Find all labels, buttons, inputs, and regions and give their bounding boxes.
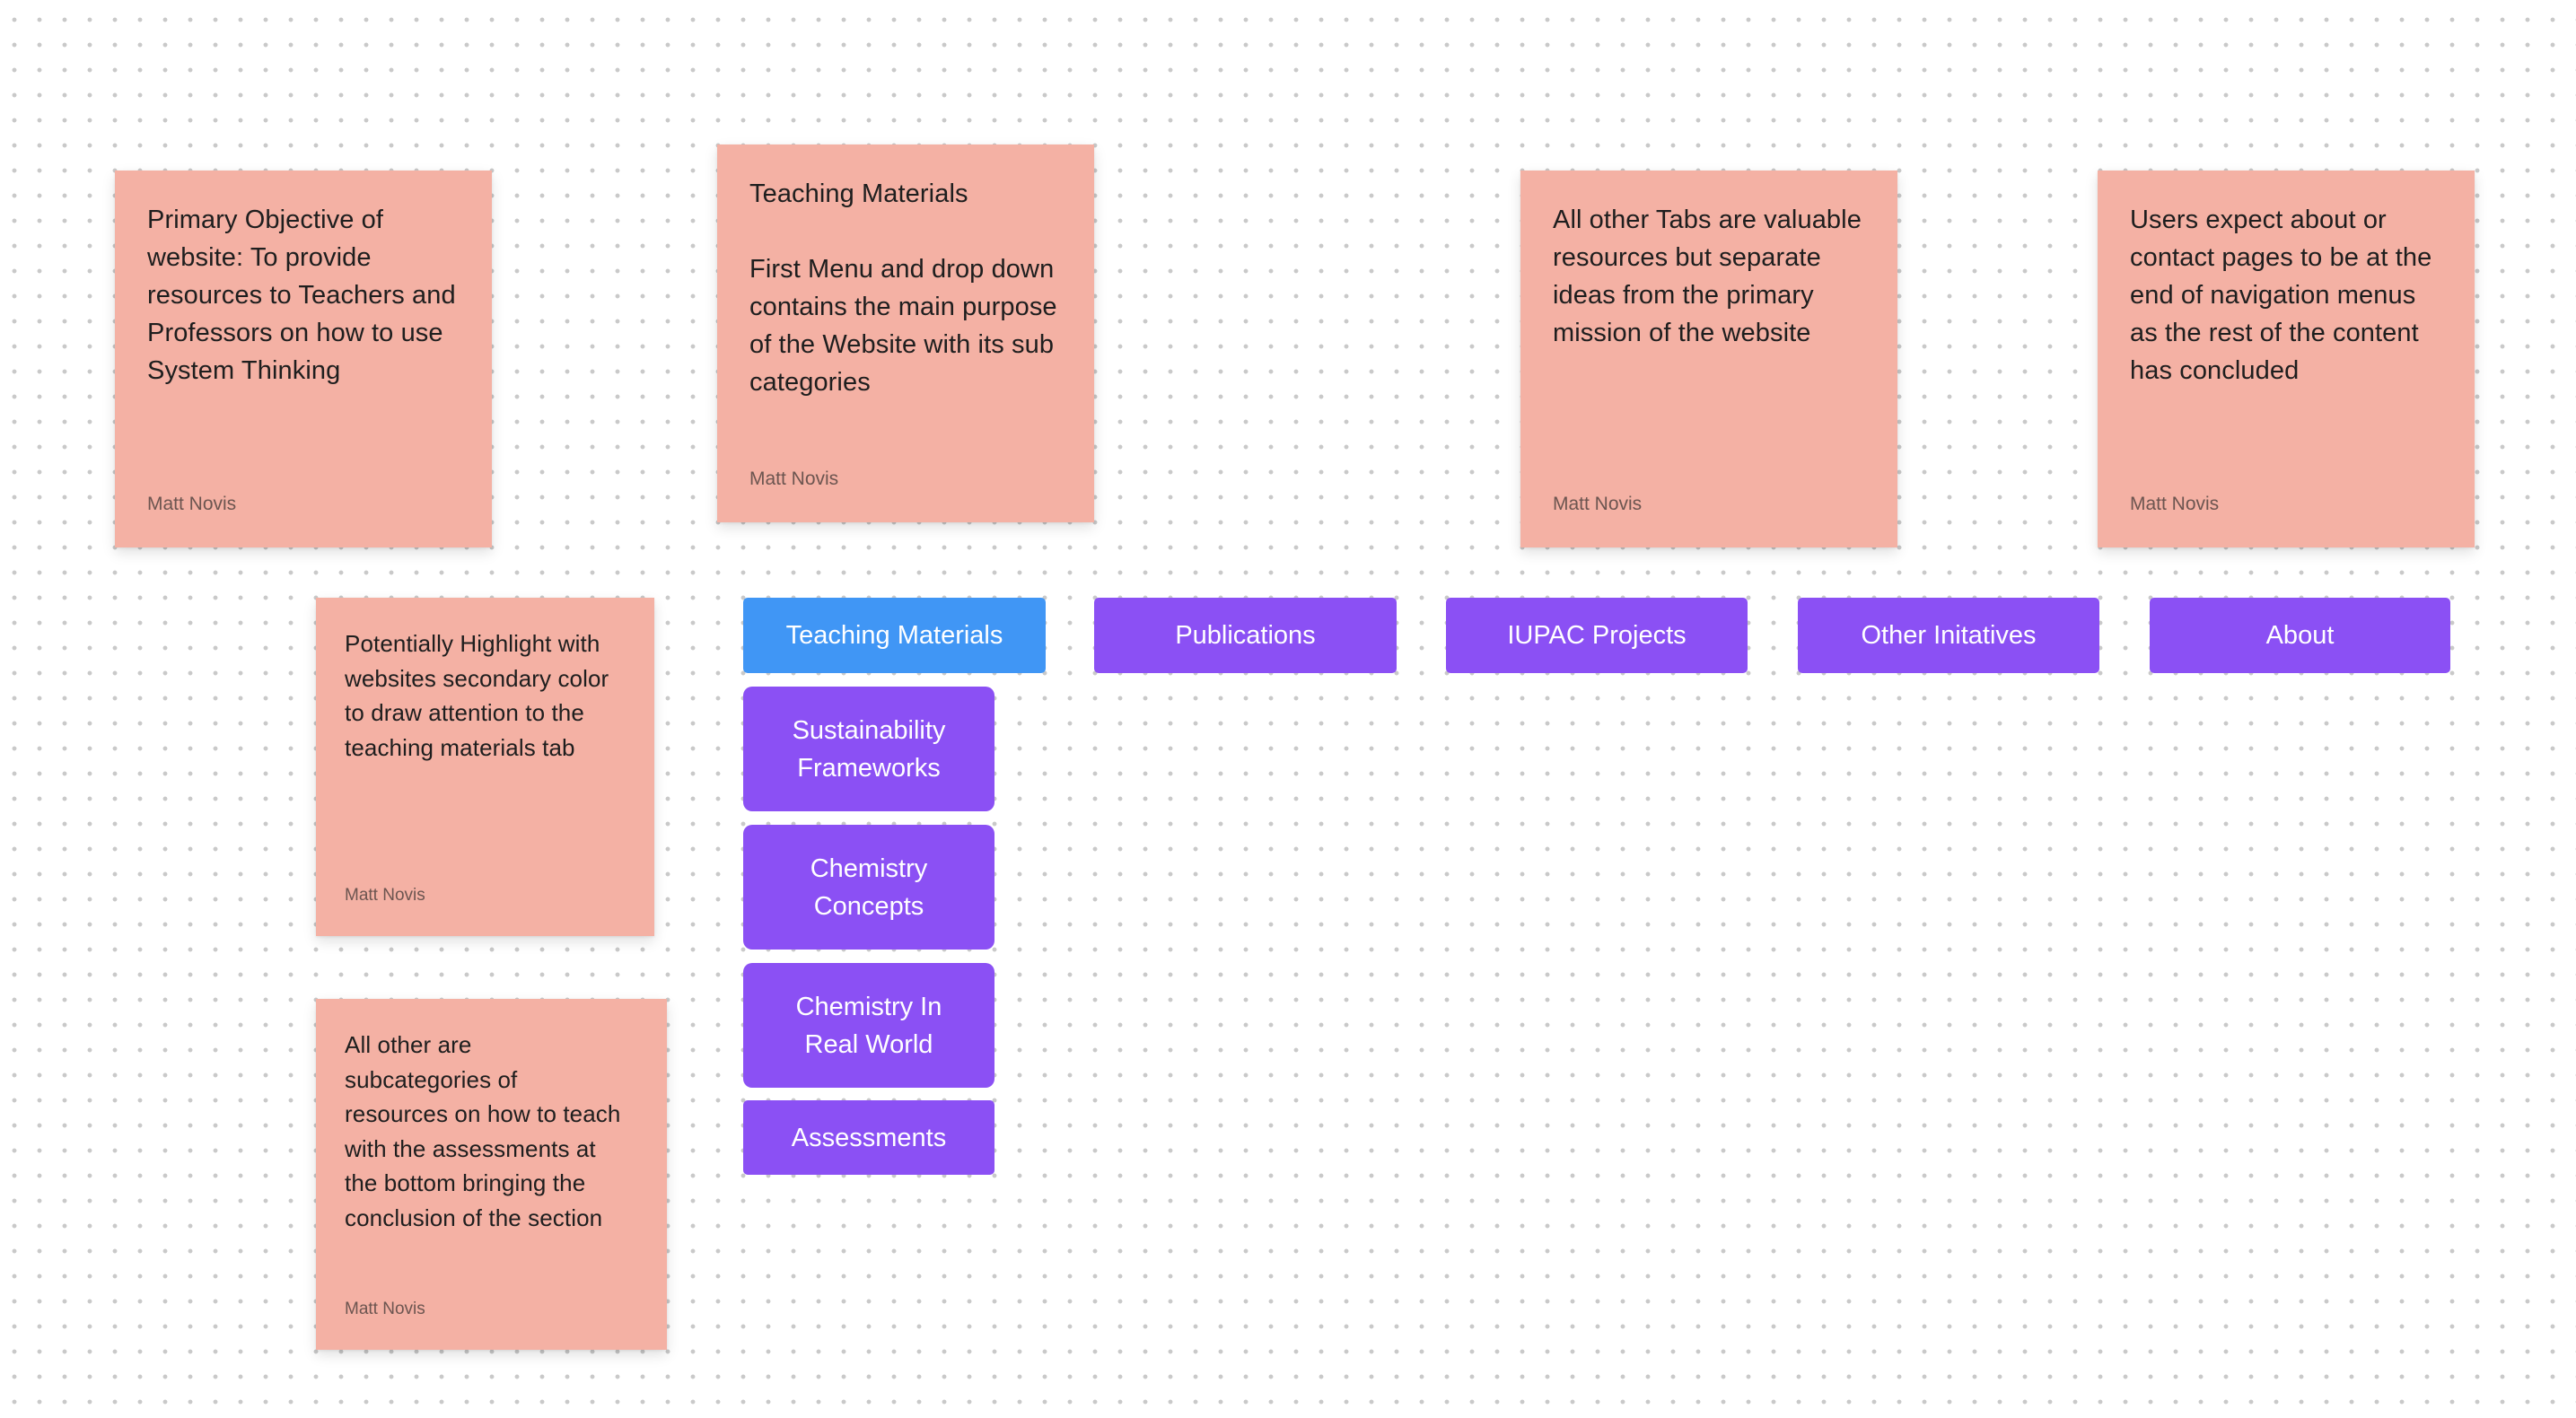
nav-item-iupac-projects[interactable]: IUPAC Projects (1446, 598, 1748, 673)
nav-item-publications[interactable]: Publications (1094, 598, 1397, 673)
sticky-note-other-tabs[interactable]: All other Tabs are valuable resources bu… (1520, 171, 1897, 547)
nav-item-teaching-materials[interactable]: Teaching Materials (743, 598, 1046, 673)
nav-item-about[interactable]: About (2150, 598, 2450, 673)
sticky-note-author: Matt Novis (345, 886, 425, 905)
dropdown-item-assessments[interactable]: Assessments (743, 1100, 994, 1175)
sticky-note-text: Teaching Materials First Menu and drop d… (749, 179, 1057, 397)
sticky-note-highlight[interactable]: Potentially Highlight with websites seco… (316, 598, 654, 936)
nav-item-label: About (2265, 621, 2335, 650)
dropdown-item-chemistry-concepts[interactable]: Chemistry Concepts (743, 825, 994, 950)
sticky-note-subcategories[interactable]: All other are subcategories of resources… (316, 999, 667, 1350)
nav-item-label: Other Initatives (1861, 621, 2037, 650)
sticky-note-text: Users expect about or contact pages to b… (2130, 206, 2432, 385)
dropdown-item-chemistry-in-real-world[interactable]: Chemistry In Real World (743, 963, 994, 1088)
sticky-note-primary-objective[interactable]: Primary Objective of website: To provide… (115, 171, 492, 547)
sticky-note-teaching-materials[interactable]: Teaching Materials First Menu and drop d… (717, 144, 1094, 522)
sticky-note-about-contact[interactable]: Users expect about or contact pages to b… (2098, 171, 2475, 547)
dropdown-item-label: Chemistry Concepts (810, 853, 928, 921)
sticky-note-text: All other Tabs are valuable resources bu… (1553, 206, 1862, 347)
sticky-note-author: Matt Novis (345, 1300, 425, 1318)
sticky-note-text: Potentially Highlight with websites seco… (345, 630, 609, 761)
sticky-note-author: Matt Novis (2130, 494, 2220, 514)
dropdown-item-label: Assessments (791, 1123, 947, 1152)
sticky-note-author: Matt Novis (749, 468, 839, 489)
sticky-note-text: Primary Objective of website: To provide… (147, 206, 456, 385)
nav-item-other-initiatives[interactable]: Other Initatives (1798, 598, 2099, 673)
nav-item-label: Teaching Materials (785, 621, 1003, 650)
dropdown-item-label: Chemistry In Real World (795, 992, 942, 1059)
nav-item-label: IUPAC Projects (1507, 621, 1687, 650)
dropdown-item-label: Sustainability Frameworks (792, 715, 946, 783)
dropdown-item-sustainability-frameworks[interactable]: Sustainability Frameworks (743, 687, 994, 811)
sticky-note-author: Matt Novis (147, 494, 237, 514)
sticky-note-author: Matt Novis (1553, 494, 1643, 514)
nav-item-label: Publications (1175, 621, 1316, 650)
sticky-note-text: All other are subcategories of resources… (345, 1031, 621, 1231)
